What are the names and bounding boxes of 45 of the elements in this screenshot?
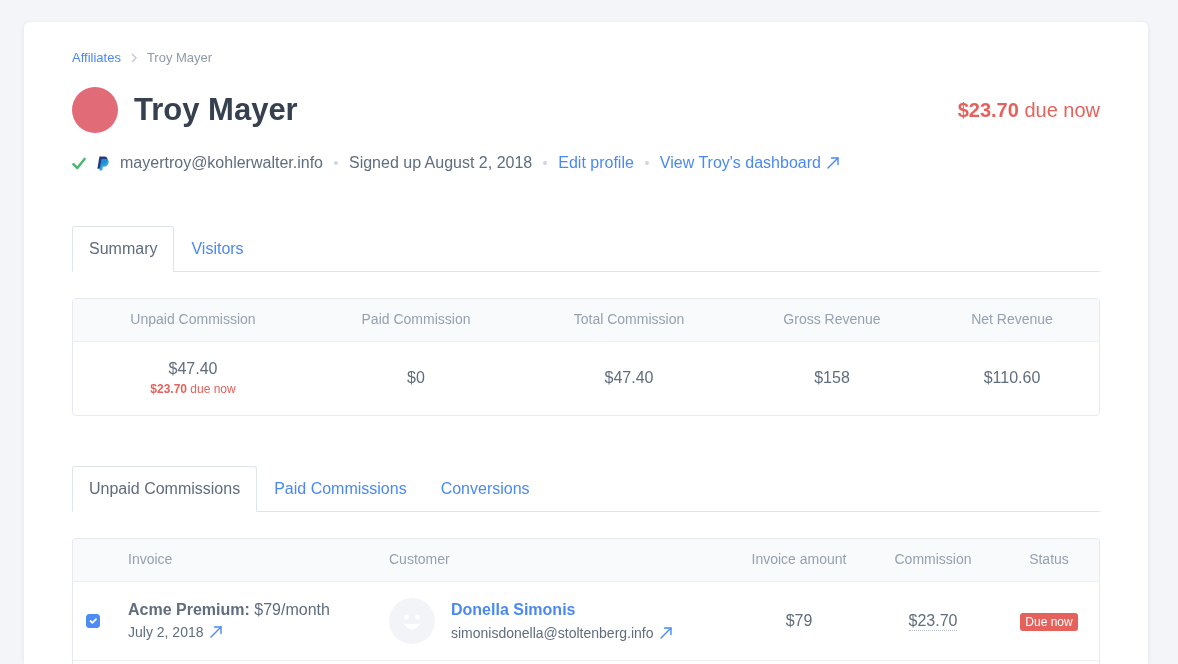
avatar-icon (72, 87, 118, 133)
signup-date: Signed up August 2, 2018 (349, 153, 533, 173)
column-header: Net Revenue (925, 299, 1099, 341)
tab[interactable]: Paid Commissions (257, 466, 424, 512)
invoice-plan: Acme Premium: $79/month (128, 599, 331, 620)
separator-dot-icon (543, 161, 548, 165)
payment-logo-icon (97, 155, 109, 171)
tab[interactable]: Unpaid Commissions (72, 466, 258, 512)
tab[interactable]: Conversions (423, 466, 547, 512)
column-header: Commission (867, 539, 999, 581)
column-header: Invoice amount (731, 539, 867, 581)
amount-due: $23.70 due now (957, 98, 1100, 123)
commission-amount: $23.70 (908, 611, 958, 631)
column-header: Customer (373, 539, 731, 581)
column-header: Status (999, 539, 1099, 581)
column-header: Paid Commission (313, 299, 519, 341)
column-header: Unpaid Commission (73, 299, 313, 341)
separator-dot-icon (334, 161, 338, 165)
breadcrumb-current: Troy Mayer (146, 50, 213, 66)
stat-value: $47.40 (167, 359, 219, 380)
stat-value: $158 (813, 368, 851, 389)
external-link-icon (209, 625, 222, 638)
column-header: Gross Revenue (739, 299, 925, 341)
profile-link[interactable]: Edit profile (558, 151, 634, 175)
status-badge: Due now (1020, 612, 1078, 631)
chevron-icon (130, 53, 137, 63)
stat-value: $110.60 (982, 368, 1042, 389)
tab[interactable]: Visitors (174, 226, 261, 272)
profile-link[interactable]: View Troy's dashboard (659, 151, 839, 175)
tab[interactable]: Summary (72, 226, 175, 272)
invoice-amount: $79 (785, 611, 813, 629)
affiliate-name: Troy Mayer (134, 91, 298, 129)
separator-dot-icon (644, 161, 649, 165)
invoice-date: July 2, 2018 (128, 622, 204, 642)
row-checkbox[interactable] (86, 613, 100, 628)
external-link-icon (659, 626, 672, 639)
due-note: $23.70 due now (149, 381, 237, 398)
breadcrumb-link[interactable]: Affiliates (72, 50, 121, 66)
stat-value: $0 (406, 368, 426, 389)
stat-value: $47.40 (603, 368, 655, 389)
column-header: Invoice (112, 539, 373, 581)
customer-email: simonisdonella@stoltenberg.info (451, 623, 654, 643)
column-header: Total Commission (519, 299, 739, 341)
affiliate-email: mayertroy@kohlerwalter.info (120, 153, 323, 173)
customer-name-link[interactable]: Donella Simonis (451, 600, 576, 618)
